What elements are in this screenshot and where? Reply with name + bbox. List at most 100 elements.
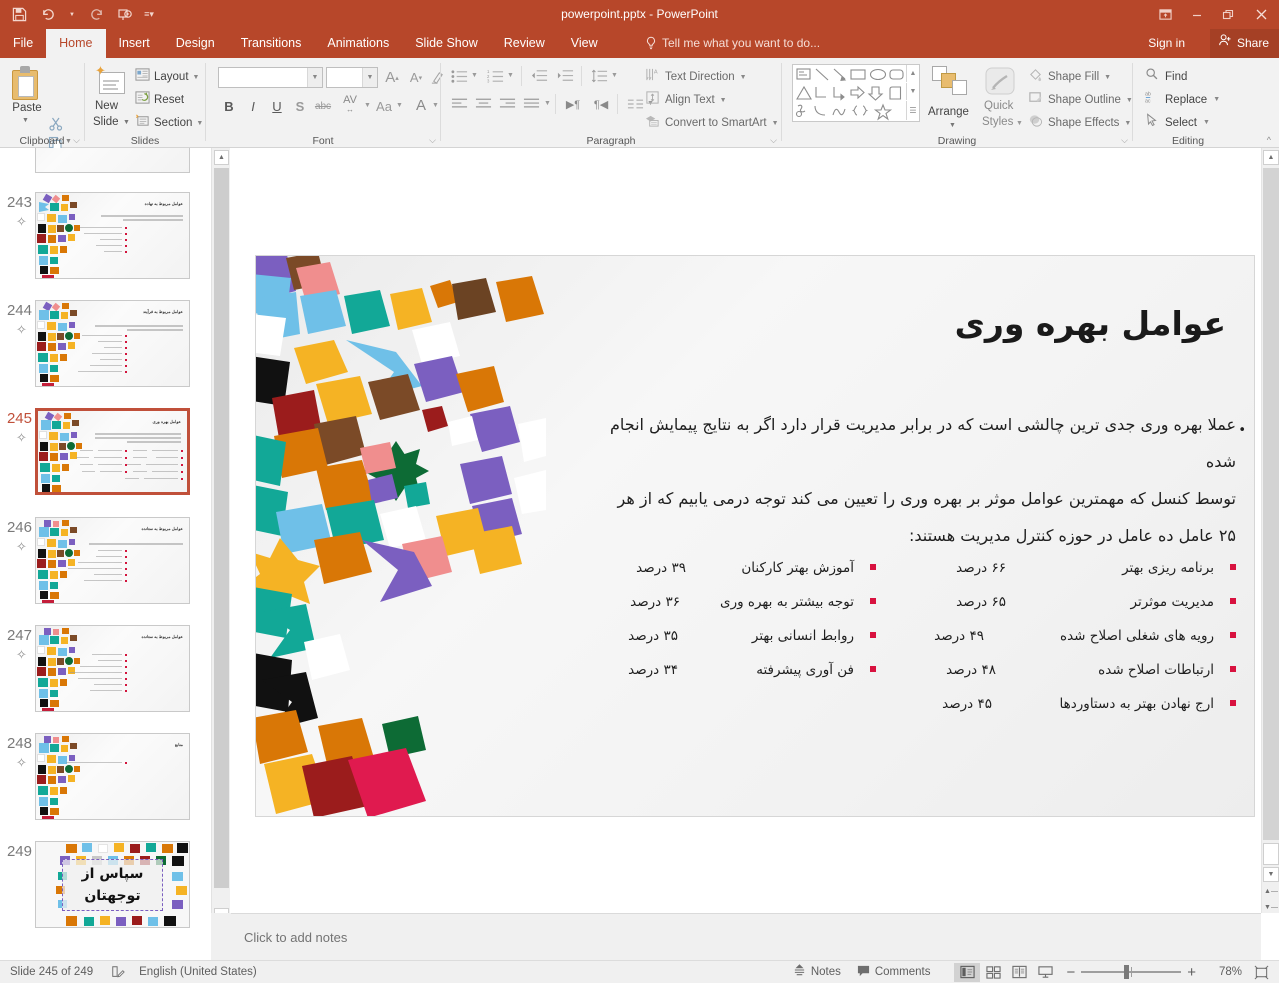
shapes-more-icon[interactable]: ☰ <box>906 101 919 120</box>
tab-insert[interactable]: Insert <box>106 29 163 58</box>
paste-dropdown-icon[interactable]: ▼ <box>22 117 29 124</box>
thumbnail-pane-scrollbar[interactable]: ▲ ▼ <box>211 148 230 960</box>
slide-thumbnail[interactable]: عوامل مربوط به ستانده <box>35 625 190 712</box>
layout-button[interactable]: Layout ▼ <box>135 67 199 87</box>
align-text-dropdown-icon[interactable]: ▼ <box>720 97 727 104</box>
tab-home[interactable]: Home <box>46 29 106 58</box>
font-color-dropdown-icon[interactable]: ▼ <box>432 102 439 109</box>
font-color-button[interactable]: A <box>412 94 430 116</box>
shape-effects-button[interactable]: Shape Effects ▼ <box>1028 113 1131 133</box>
cut-icon[interactable] <box>48 116 64 135</box>
zoom-level-label[interactable]: 78% <box>1208 966 1242 978</box>
convert-to-smartart-button[interactable]: Convert to SmartArt ▼ <box>645 113 779 133</box>
scroll-up-icon[interactable]: ▲ <box>214 150 229 165</box>
text-direction-button[interactable]: A Text Direction ▼ <box>645 67 747 87</box>
increase-indent-icon[interactable] <box>554 66 576 86</box>
align-right-icon[interactable] <box>496 94 518 114</box>
align-left-icon[interactable] <box>448 94 470 114</box>
clipboard-dialog-launcher[interactable]: ⌵ <box>73 135 80 146</box>
section-button[interactable]: Section ▼ <box>135 113 203 133</box>
notes-splitter[interactable] <box>211 913 231 960</box>
font-name-combo[interactable]: ▼ <box>218 67 323 88</box>
scrollbar-thumb[interactable] <box>1263 168 1279 840</box>
shape-fill-dropdown-icon[interactable]: ▼ <box>1104 74 1111 81</box>
font-size-combo[interactable]: ▼ <box>326 67 378 88</box>
list-item[interactable]: توجه بیشتر به بهره وری ۳۶ درصد <box>576 585 876 619</box>
section-dropdown-icon[interactable]: ▼ <box>196 120 203 127</box>
notes-pane[interactable]: Click to add notes <box>231 913 1261 960</box>
minimize-icon[interactable] <box>1181 0 1212 29</box>
list-item[interactable]: آموزش بهتر کارکنان ۳۹ درصد <box>576 551 876 585</box>
layout-dropdown-icon[interactable]: ▼ <box>193 74 200 81</box>
list-item[interactable]: رویه های شغلی اصلاح شده ۴۹ درصد <box>876 619 1236 653</box>
align-text-button[interactable]: Align Text ▼ <box>645 90 727 110</box>
increase-font-size-button[interactable]: A ▴ <box>382 67 402 88</box>
tab-slide-show[interactable]: Slide Show <box>402 29 491 58</box>
shapes-scroll-down-icon[interactable]: ▼ <box>906 83 919 100</box>
strikethrough-button[interactable]: abc <box>311 97 335 115</box>
columns-icon[interactable] <box>624 94 646 114</box>
zoom-slider[interactable] <box>1081 965 1182 979</box>
normal-view-button[interactable] <box>954 962 981 982</box>
replace-dropdown-icon[interactable]: ▼ <box>1213 96 1220 103</box>
paste-button[interactable] <box>12 66 40 100</box>
change-case-dropdown-icon[interactable]: ▼ <box>396 102 403 109</box>
justify-icon[interactable] <box>520 94 542 114</box>
slide-thumbnail[interactable]: عوامل بهره وری <box>35 408 190 495</box>
zoom-in-button[interactable]: + <box>1187 964 1196 981</box>
slide-thumbnail[interactable]: منابع <box>35 733 190 820</box>
drawing-dialog-launcher[interactable]: ⌵ <box>1121 135 1128 146</box>
comments-button[interactable]: Comments <box>857 964 930 980</box>
list-item[interactable]: روابط انسانی بهتر ۳۵ درصد <box>576 619 876 653</box>
quick-styles-dropdown-icon[interactable]: ▼ <box>1016 120 1023 127</box>
quick-styles-label-1[interactable]: Quick <box>984 100 1013 112</box>
tell-me-search[interactable]: Tell me what you want to do... <box>644 29 820 58</box>
decrease-indent-icon[interactable] <box>528 66 550 86</box>
slide-indicator[interactable]: Slide 245 of 249 <box>10 966 93 978</box>
numbering-dropdown-icon[interactable]: ▼ <box>507 72 514 79</box>
scroll-up-icon[interactable]: ▲ <box>1263 150 1279 165</box>
font-name-dropdown-icon[interactable]: ▼ <box>307 68 322 87</box>
font-dialog-launcher[interactable]: ⌵ <box>429 135 436 146</box>
list-item[interactable]: ارتباطات اصلاح شده ۴۸ درصد <box>876 653 1236 687</box>
font-size-dropdown-icon[interactable]: ▼ <box>362 68 377 87</box>
close-icon[interactable] <box>1243 0 1279 29</box>
shape-effects-dropdown-icon[interactable]: ▼ <box>1124 120 1131 127</box>
text-shadow-button[interactable]: S <box>291 96 309 116</box>
line-spacing-icon[interactable] <box>588 66 610 86</box>
italic-button[interactable]: I <box>244 96 262 116</box>
character-spacing-dropdown-icon[interactable]: ▼ <box>364 102 371 109</box>
list-item[interactable]: مدیریت موثرتر ۶۵ درصد <box>876 585 1236 619</box>
share-button[interactable]: Share <box>1209 29 1279 58</box>
list-item[interactable]: ارج نهادن بهتر به دستاوردها ۴۵ درصد <box>876 687 1236 721</box>
slide-thumbnail[interactable]: عوامل مربوط به ستانده <box>35 517 190 604</box>
shape-fill-button[interactable]: Shape Fill ▼ <box>1028 67 1111 87</box>
slide-thumbnail[interactable]: عوامل مربوط به فرآیند <box>35 300 190 387</box>
bold-button[interactable]: B <box>220 96 238 116</box>
notes-button[interactable]: Notes <box>793 964 841 980</box>
previous-slide-icon[interactable]: ▲― <box>1263 884 1279 899</box>
current-slide[interactable]: عوامل بهره وری • عملا بهره وری جدی ترین … <box>255 255 1255 817</box>
slide-show-view-button[interactable] <box>1032 963 1058 982</box>
slide-thumbnail[interactable] <box>35 148 190 173</box>
tab-transitions[interactable]: Transitions <box>228 29 315 58</box>
slide-body-text[interactable]: • عملا بهره وری جدی ترین چالشی است که در… <box>576 406 1246 554</box>
character-spacing-button[interactable]: AV ↔ <box>337 94 363 116</box>
spelling-check-icon[interactable] <box>111 965 125 979</box>
fit-slide-to-window-button[interactable] <box>1254 965 1269 980</box>
tab-animations[interactable]: Animations <box>314 29 402 58</box>
quick-styles-label-2[interactable]: Styles <box>982 116 1013 128</box>
slide-thumbnail[interactable]: سپاس از توجهتان <box>35 841 190 928</box>
zoom-handle[interactable] <box>1124 965 1130 979</box>
replace-button[interactable]: ab ac Replace ▼ <box>1145 90 1220 109</box>
decrease-font-size-button[interactable]: A ▾ <box>406 67 426 88</box>
reset-button[interactable]: Reset <box>135 90 184 110</box>
paragraph-dialog-launcher[interactable]: ⌵ <box>770 135 777 146</box>
change-case-button[interactable]: Aa <box>372 96 396 116</box>
notes-placeholder[interactable]: Click to add notes <box>244 930 347 945</box>
collapse-ribbon-icon[interactable]: ^ <box>1267 135 1271 145</box>
language-indicator[interactable]: English (United States) <box>139 966 257 978</box>
tab-review[interactable]: Review <box>491 29 558 58</box>
bullets-dropdown-icon[interactable]: ▼ <box>471 72 478 79</box>
shape-outline-button[interactable]: Shape Outline ▼ <box>1028 90 1133 110</box>
